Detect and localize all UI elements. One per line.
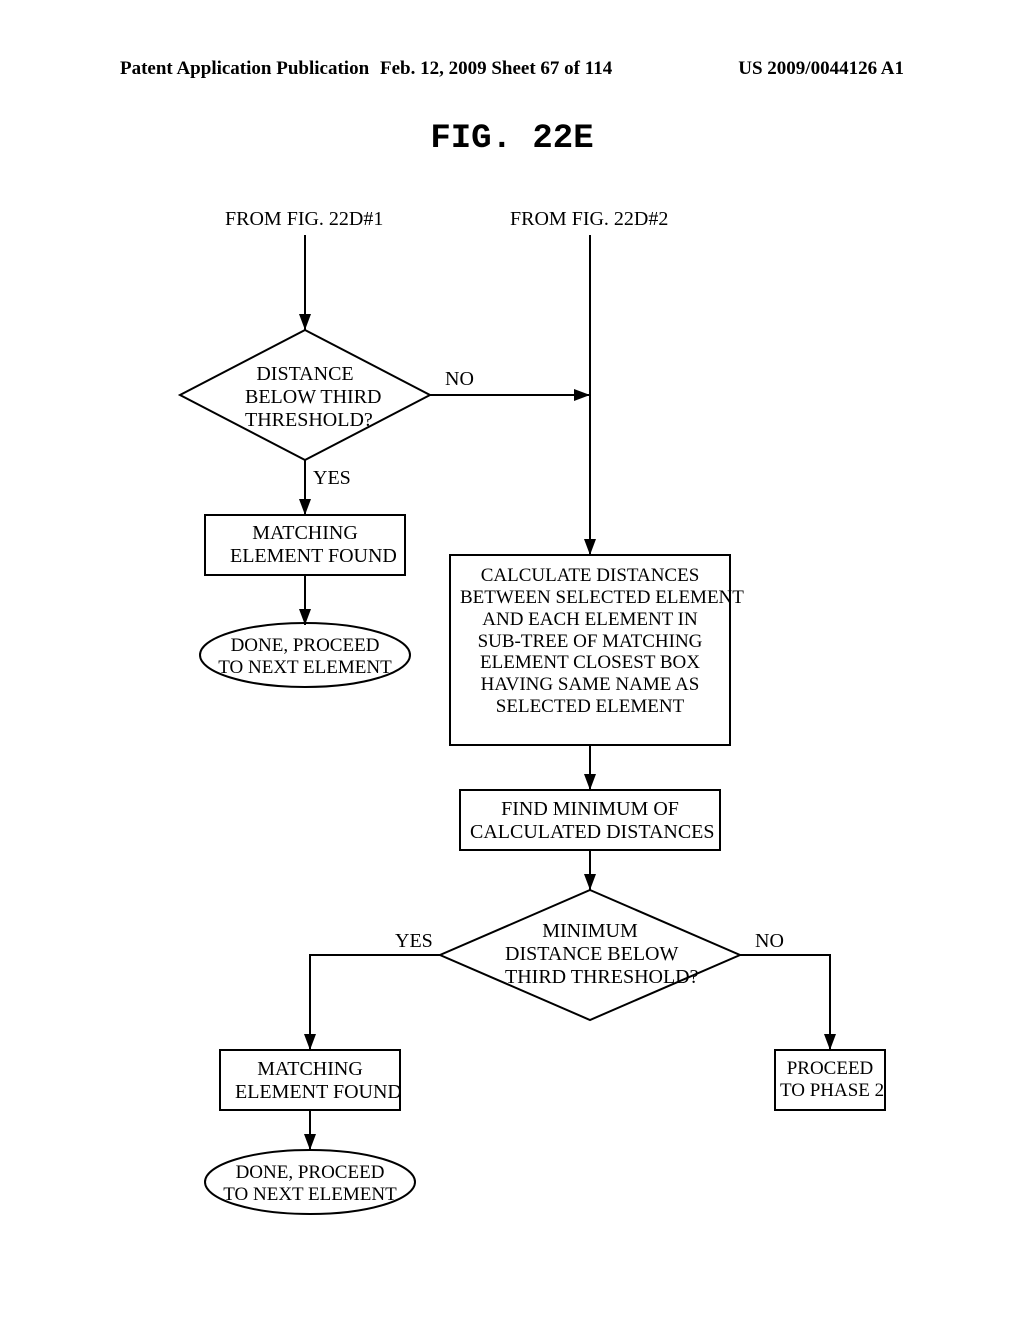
box-matching-found-1: MATCHING ELEMENT FOUND — [230, 522, 380, 568]
label-from2: FROM FIG. 22D#2 — [510, 208, 668, 231]
label-no-2: NO — [755, 930, 784, 953]
label-from1: FROM FIG. 22D#1 — [225, 208, 383, 231]
label-no-1: NO — [445, 368, 474, 391]
box-matching-found-2: MATCHING ELEMENT FOUND — [235, 1058, 385, 1104]
label-yes-2: YES — [395, 930, 433, 953]
decision-threshold2: MINIMUM DISTANCE BELOW THIRD THRESHOLD? — [505, 920, 675, 989]
box-proceed-phase2: PROCEED TO PHASE 2 — [780, 1058, 880, 1102]
box-calc-distances: CALCULATE DISTANCES BETWEEN SELECTED ELE… — [460, 565, 720, 718]
label-yes-1: YES — [313, 467, 351, 490]
box-find-minimum: FIND MINIMUM OF CALCULATED DISTANCES — [470, 798, 710, 844]
terminator-done-1: DONE, PROCEED TO NEXT ELEMENT — [210, 635, 400, 679]
decision-threshold1: DISTANCE BELOW THIRD THRESHOLD? — [245, 363, 365, 432]
terminator-done-2: DONE, PROCEED TO NEXT ELEMENT — [215, 1162, 405, 1206]
